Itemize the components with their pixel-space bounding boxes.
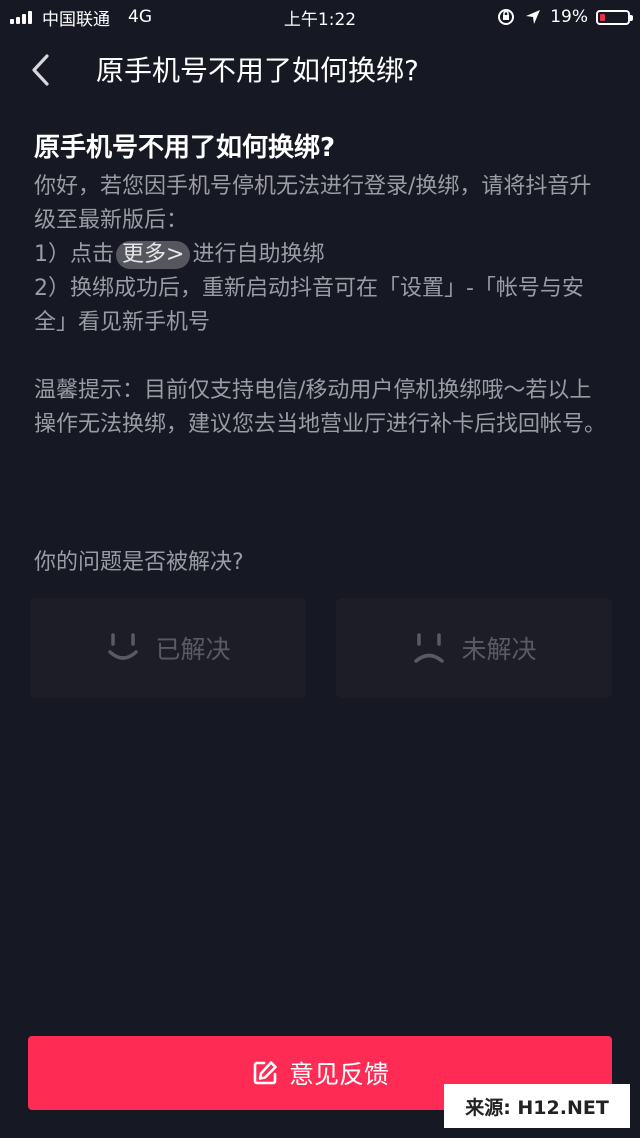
status-time: 上午1:22: [283, 9, 357, 30]
battery-fill: [600, 13, 605, 21]
help-article: 原手机号不用了如何换绑? 你好，若您因手机号停机无法进行登录/换绑，请将抖音升级…: [34, 126, 610, 442]
status-right: 19%: [496, 0, 633, 34]
orientation-lock-icon: [498, 9, 515, 25]
feedback-submit-label: 意见反馈: [288, 1060, 389, 1089]
source-watermark: 来源: H12.NET: [444, 1084, 630, 1128]
step-1-suffix: 进行自助换绑: [192, 242, 325, 267]
page-title: 原手机号不用了如何换绑?: [96, 54, 419, 87]
battery-icon: [596, 9, 633, 25]
unresolved-label: 未解决: [461, 635, 537, 664]
status-bar: 中国联通 4G 上午1:22 19%: [0, 0, 640, 34]
article-step-2: 2）换绑成功后，重新启动抖音可在「设置」-「帐号与安全」看见新手机号: [34, 276, 584, 335]
battery-percent: 19%: [550, 7, 588, 27]
nav-bar: 原手机号不用了如何换绑?: [0, 34, 640, 104]
article-step-1: 1）点击 更多> 进行自助换绑: [34, 238, 610, 272]
unresolved-button[interactable]: 未解决: [336, 598, 612, 698]
edit-icon: [253, 1061, 277, 1085]
frown-icon: [414, 633, 445, 663]
article-tip: 温馨提示：目前仅支持电信/移动用户停机换绑哦～若以上操作无法换绑，建议您去当地营…: [34, 378, 607, 437]
feedback-question: 你的问题是否被解决?: [34, 550, 244, 575]
more-link[interactable]: 更多>: [116, 241, 191, 269]
resolved-label: 已解决: [155, 635, 231, 664]
article-intro: 你好，若您因手机号停机无法进行登录/换绑，请将抖音升级至最新版后：: [34, 174, 592, 233]
chevron-left-icon: [32, 54, 49, 86]
location-icon: [526, 10, 541, 24]
smile-icon: [108, 633, 139, 660]
resolved-button[interactable]: 已解决: [30, 598, 306, 698]
step-1-prefix: 1）点击: [34, 242, 114, 267]
feedback-options: 已解决 未解决: [30, 598, 612, 698]
article-title: 原手机号不用了如何换绑?: [34, 133, 336, 163]
back-button[interactable]: [20, 50, 60, 90]
